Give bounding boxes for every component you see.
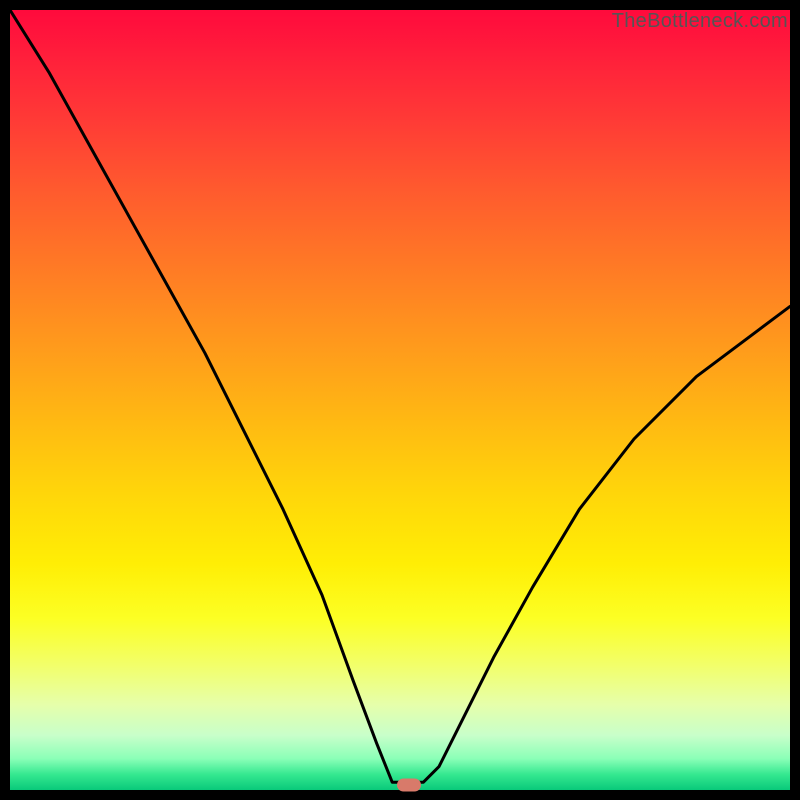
minimum-marker — [397, 779, 421, 792]
chart-container: TheBottleneck.com — [0, 0, 800, 800]
plot-gradient-background — [10, 10, 790, 790]
watermark-text: TheBottleneck.com — [612, 10, 788, 33]
